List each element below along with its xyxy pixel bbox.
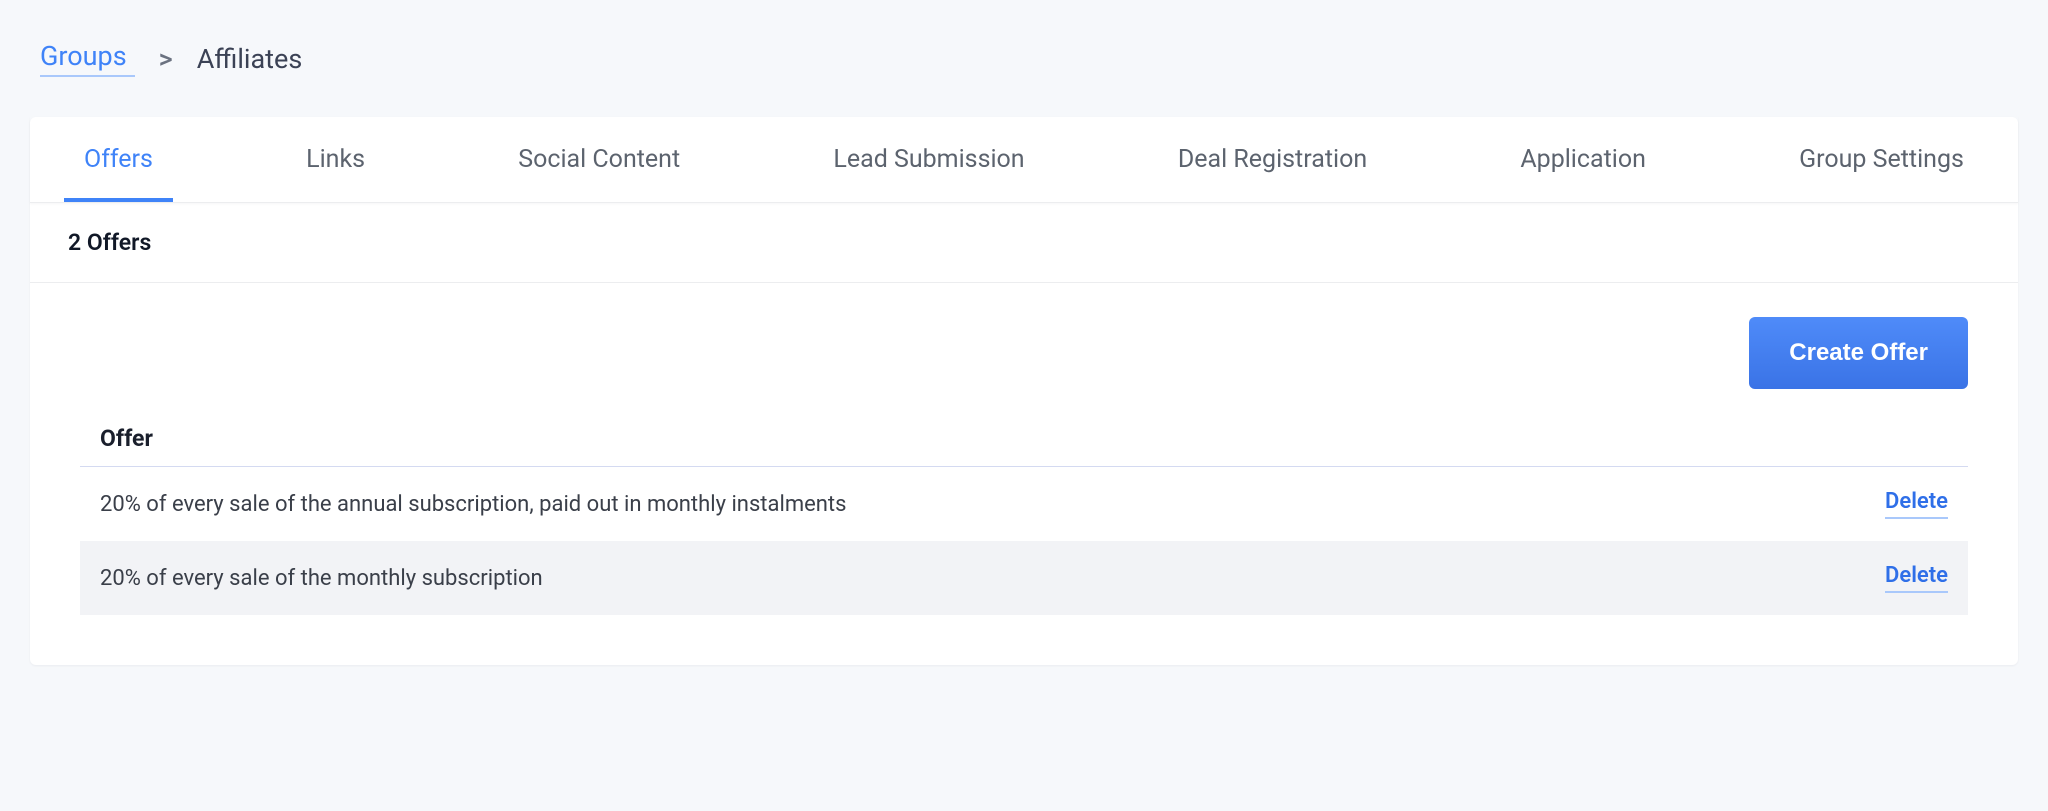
table-row: 20% of every sale of the annual subscrip… bbox=[80, 467, 1968, 541]
content-area: Create Offer Offer 20% of every sale of … bbox=[30, 283, 2018, 665]
create-offer-button[interactable]: Create Offer bbox=[1749, 317, 1968, 389]
breadcrumb-current: Affiliates bbox=[197, 43, 303, 75]
tab-group-settings[interactable]: Group Settings bbox=[1775, 117, 1988, 202]
table-header-offer: Offer bbox=[80, 425, 1968, 467]
tab-social-content[interactable]: Social Content bbox=[494, 117, 704, 202]
tab-links[interactable]: Links bbox=[282, 117, 389, 202]
main-card: Offers Links Social Content Lead Submiss… bbox=[30, 117, 2018, 665]
delete-button[interactable]: Delete bbox=[1885, 563, 1948, 593]
breadcrumb: Groups > Affiliates bbox=[40, 40, 2008, 77]
offers-count: 2 Offers bbox=[30, 203, 2018, 283]
delete-button[interactable]: Delete bbox=[1885, 489, 1948, 519]
tab-lead-submission[interactable]: Lead Submission bbox=[809, 117, 1048, 202]
tab-application[interactable]: Application bbox=[1496, 117, 1670, 202]
table-row: 20% of every sale of the monthly subscri… bbox=[80, 541, 1968, 615]
breadcrumb-root-link[interactable]: Groups bbox=[40, 40, 135, 77]
tab-deal-registration[interactable]: Deal Registration bbox=[1154, 117, 1391, 202]
tab-offers[interactable]: Offers bbox=[60, 117, 177, 202]
breadcrumb-separator: > bbox=[159, 43, 173, 75]
tab-bar: Offers Links Social Content Lead Submiss… bbox=[30, 117, 2018, 203]
offer-text: 20% of every sale of the monthly subscri… bbox=[100, 566, 543, 591]
offer-text: 20% of every sale of the annual subscrip… bbox=[100, 492, 847, 517]
actions-bar: Create Offer bbox=[80, 317, 1968, 389]
